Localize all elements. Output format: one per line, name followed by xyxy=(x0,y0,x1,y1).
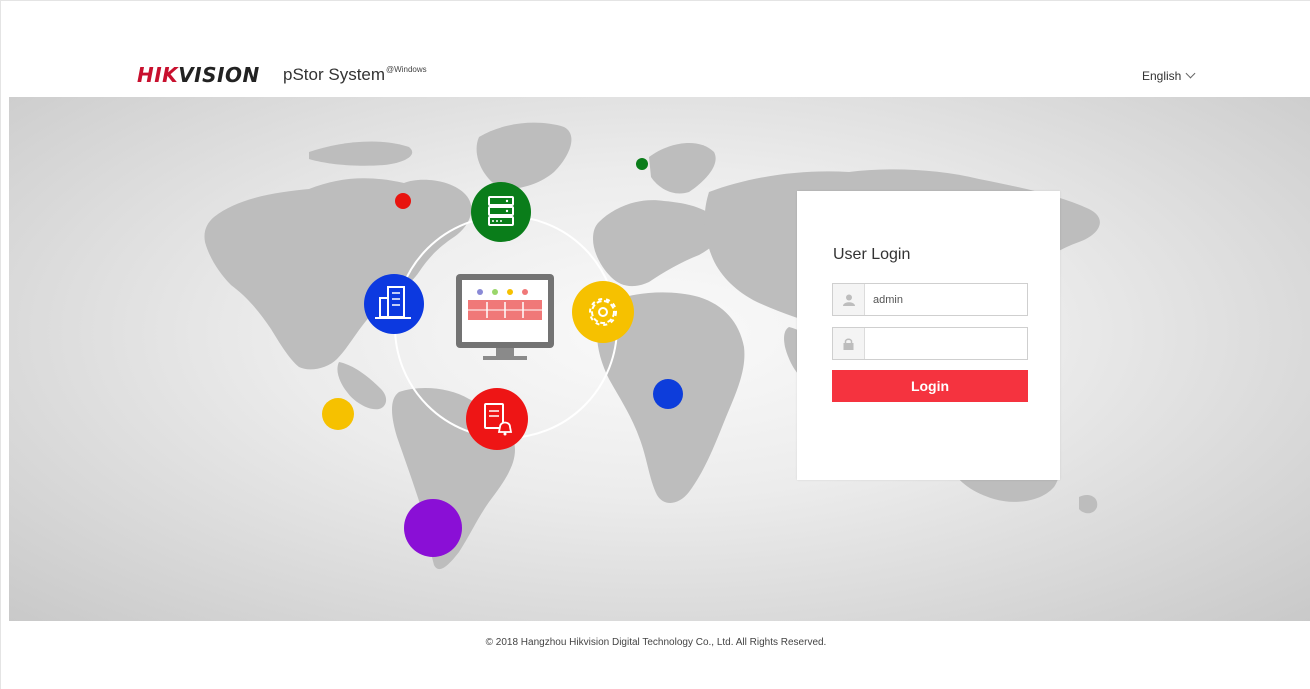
username-field[interactable] xyxy=(832,283,1028,316)
product-title: pStor System@Windows xyxy=(283,65,427,85)
top-header: HIKVISION pStor System@Windows English xyxy=(1,1,1310,97)
report-alarm-icon xyxy=(466,388,528,450)
world-map-illustration xyxy=(204,122,1100,570)
lock-icon xyxy=(833,328,865,359)
building-icon xyxy=(364,274,424,334)
language-dropdown[interactable]: English xyxy=(1142,68,1196,83)
password-field[interactable] xyxy=(832,327,1028,360)
red-dot xyxy=(395,193,411,209)
username-input[interactable] xyxy=(865,284,1027,315)
green-dot xyxy=(636,158,648,170)
purple-dot xyxy=(404,499,462,557)
copyright-footer: © 2018 Hangzhou Hikvision Digital Techno… xyxy=(485,637,827,648)
login-page: HIKVISION pStor System@Windows English U… xyxy=(0,0,1310,689)
chevron-down-icon xyxy=(1185,68,1196,79)
hikvision-logo: HIKVISION xyxy=(137,63,260,87)
settings-gear-icon xyxy=(572,281,634,343)
monitor-icon xyxy=(456,274,554,360)
language-label: English xyxy=(1142,69,1182,83)
product-suffix: @Windows xyxy=(386,65,427,74)
password-input[interactable] xyxy=(865,328,1027,359)
hero-banner xyxy=(9,97,1310,621)
user-icon xyxy=(833,284,865,315)
login-button[interactable]: Login xyxy=(832,370,1028,402)
product-name: pStor System xyxy=(283,65,386,84)
login-title: User Login xyxy=(833,246,911,263)
login-panel: User Login Login xyxy=(797,191,1060,480)
blue-dot xyxy=(653,379,683,409)
yellow-dot xyxy=(322,398,354,430)
server-icon xyxy=(471,182,531,242)
